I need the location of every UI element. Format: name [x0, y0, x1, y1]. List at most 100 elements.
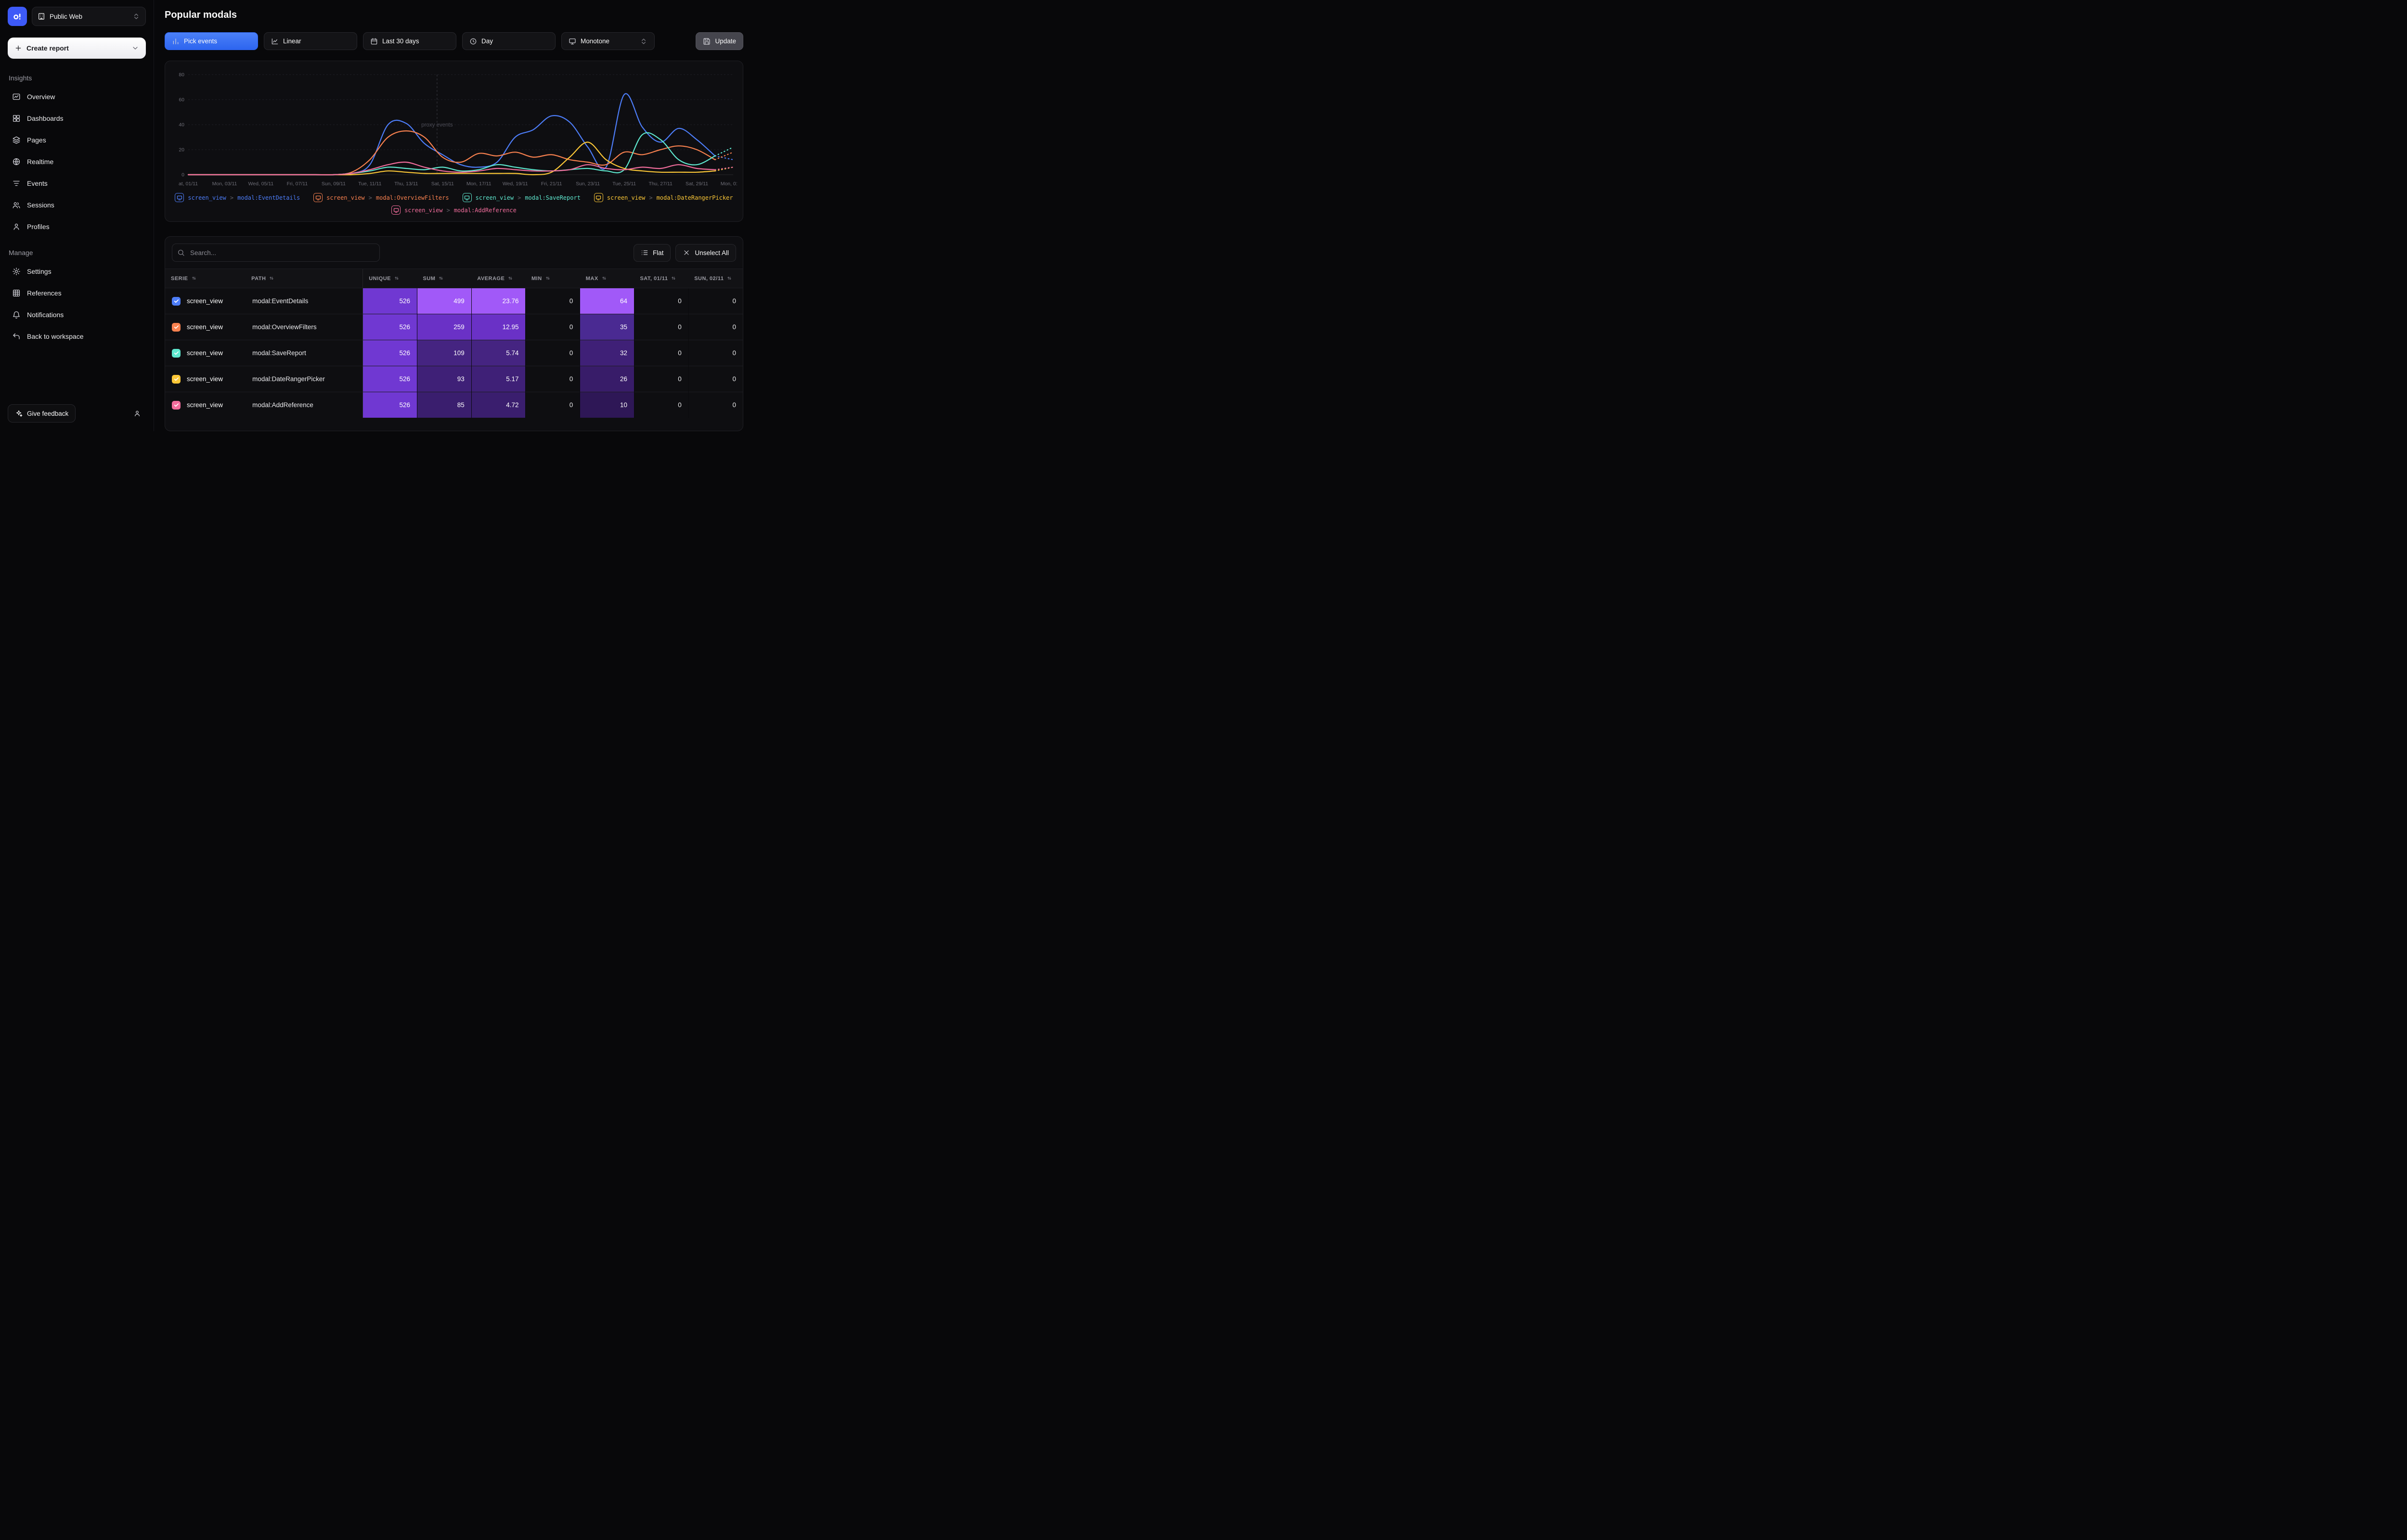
- workspace-name: Public Web: [50, 13, 82, 20]
- unique-cell: 526: [363, 340, 417, 366]
- date-range-label: Last 30 days: [382, 38, 419, 45]
- unselect-all-button[interactable]: Unselect All: [675, 244, 736, 262]
- column-header-serie[interactable]: Serie: [165, 269, 246, 288]
- column-header-path[interactable]: Path: [246, 269, 363, 288]
- column-label: Average: [477, 276, 505, 282]
- table-row[interactable]: screen_viewmodal:DateRangerPicker526935.…: [165, 366, 743, 392]
- legend-event: screen_view: [607, 194, 645, 201]
- table-row[interactable]: screen_viewmodal:AddReference526854.7201…: [165, 392, 743, 418]
- sidebar-item-overview[interactable]: Overview: [8, 88, 146, 106]
- sidebar-item-pages[interactable]: Pages: [8, 131, 146, 149]
- search-box[interactable]: [172, 244, 380, 262]
- column-header-max[interactable]: Max: [580, 269, 634, 288]
- column-header-sat[interactable]: Sat, 01/11: [634, 269, 688, 288]
- legend-path: modal:DateRangerPicker: [657, 194, 733, 201]
- legend-item[interactable]: screen_view>modal:SaveReport: [463, 193, 581, 202]
- sidebar-item-label: References: [27, 289, 62, 297]
- sidebar-item-label: Pages: [27, 136, 46, 144]
- svg-text:Tue, 11/11: Tue, 11/11: [358, 181, 381, 187]
- sidebar-footer: Give feedback: [8, 404, 146, 423]
- sidebar-item-sessions[interactable]: Sessions: [8, 196, 146, 214]
- path-cell: modal:DateRangerPicker: [246, 366, 363, 392]
- sum-cell: 93: [417, 366, 471, 392]
- sidebar-item-label: Realtime: [27, 158, 53, 166]
- column-label: Unique: [369, 276, 391, 282]
- table-row[interactable]: screen_viewmodal:OverviewFilters52625912…: [165, 314, 743, 340]
- row-checkbox[interactable]: [172, 401, 181, 410]
- svg-text:60: 60: [179, 97, 184, 103]
- table-actions: Flat Unselect All: [634, 244, 736, 262]
- sidebar-item-events[interactable]: Events: [8, 174, 146, 192]
- sidebar-item-dashboards[interactable]: Dashboards: [8, 109, 146, 128]
- sidebar-item-realtime[interactable]: Realtime: [8, 153, 146, 171]
- user-icon: [133, 410, 141, 417]
- sidebar-item-notifications[interactable]: Notifications: [8, 306, 146, 324]
- row-checkbox[interactable]: [172, 375, 181, 384]
- row-checkbox[interactable]: [172, 349, 181, 358]
- chart-legend: screen_view>modal:EventDetailsscreen_vie…: [171, 191, 737, 217]
- column-label: Serie: [171, 276, 188, 282]
- save-icon: [703, 38, 711, 45]
- row-checkbox[interactable]: [172, 323, 181, 332]
- path-cell: modal:SaveReport: [246, 340, 363, 366]
- give-feedback-button[interactable]: Give feedback: [8, 404, 76, 423]
- app-logo[interactable]: [8, 7, 27, 26]
- search-input[interactable]: [172, 244, 380, 262]
- sidebar-item-back-to-workspace[interactable]: Back to workspace: [8, 327, 146, 346]
- date-range-button[interactable]: Last 30 days: [363, 32, 456, 50]
- line-chart-icon: [271, 38, 279, 45]
- legend-event: screen_view: [476, 194, 514, 201]
- sidebar-item-references[interactable]: References: [8, 284, 146, 302]
- line-style-select[interactable]: Monotone: [561, 32, 655, 50]
- sum-cell: 109: [417, 340, 471, 366]
- column-header-unique[interactable]: Unique: [363, 269, 417, 288]
- sun-cell: 0: [688, 340, 743, 366]
- line-chart[interactable]: 020406080at, 01/11Mon, 03/11Wed, 05/11Fr…: [171, 67, 737, 191]
- sidebar-item-label: Profiles: [27, 223, 50, 231]
- legend-item[interactable]: screen_view>modal:AddReference: [391, 205, 517, 215]
- sat-cell: 0: [634, 366, 688, 392]
- legend-item[interactable]: screen_view>modal:DateRangerPicker: [594, 193, 733, 202]
- legend-item[interactable]: screen_view>modal:OverviewFilters: [313, 193, 449, 202]
- create-report-button[interactable]: Create report: [8, 38, 146, 59]
- serie-cell: screen_view: [165, 314, 246, 340]
- legend-path: modal:SaveReport: [525, 194, 581, 201]
- user-menu-button[interactable]: [129, 405, 146, 422]
- workspace-selector[interactable]: Public Web: [32, 7, 146, 26]
- update-button[interactable]: Update: [696, 32, 743, 50]
- app-window: Public Web Create report Insights Overvi…: [0, 0, 751, 431]
- x-icon: [683, 249, 690, 257]
- sat-cell: 0: [634, 392, 688, 418]
- column-header-average[interactable]: Average: [471, 269, 526, 288]
- unique-cell: 526: [363, 366, 417, 392]
- serie-cell: screen_view: [165, 366, 246, 392]
- average-cell: 12.95: [471, 314, 526, 340]
- svg-text:Tue, 25/11: Tue, 25/11: [612, 181, 636, 187]
- column-label: Sum: [423, 276, 435, 282]
- svg-text:20: 20: [179, 147, 184, 153]
- column-header-sum[interactable]: Sum: [417, 269, 471, 288]
- sidebar-item-settings[interactable]: Settings: [8, 262, 146, 281]
- svg-text:0: 0: [181, 172, 184, 178]
- legend-item[interactable]: screen_view>modal:EventDetails: [175, 193, 300, 202]
- main-content: Popular modals Pick events Linear Last 3…: [154, 0, 751, 431]
- table-row[interactable]: screen_viewmodal:EventDetails52649923.76…: [165, 288, 743, 314]
- column-header-min[interactable]: Min: [526, 269, 580, 288]
- path-cell: modal:AddReference: [246, 392, 363, 418]
- legend-event: screen_view: [188, 194, 226, 201]
- column-header-sun[interactable]: Sun, 02/11: [688, 269, 743, 288]
- sidebar-item-label: Overview: [27, 93, 55, 101]
- sidebar-item-label: Dashboards: [27, 115, 64, 122]
- undo-arrow-icon: [12, 332, 21, 341]
- svg-text:Fri, 07/11: Fri, 07/11: [287, 181, 308, 187]
- interval-button[interactable]: Day: [462, 32, 556, 50]
- sidebar-item-profiles[interactable]: Profiles: [8, 218, 146, 236]
- table-row[interactable]: screen_viewmodal:SaveReport5261095.74032…: [165, 340, 743, 366]
- sidebar-header: Public Web: [8, 7, 146, 26]
- flat-toggle-button[interactable]: Flat: [634, 244, 671, 262]
- globe-icon: [12, 157, 21, 166]
- update-label: Update: [715, 38, 736, 45]
- chart-type-button[interactable]: Linear: [264, 32, 357, 50]
- row-checkbox[interactable]: [172, 297, 181, 306]
- pick-events-button[interactable]: Pick events: [165, 32, 258, 50]
